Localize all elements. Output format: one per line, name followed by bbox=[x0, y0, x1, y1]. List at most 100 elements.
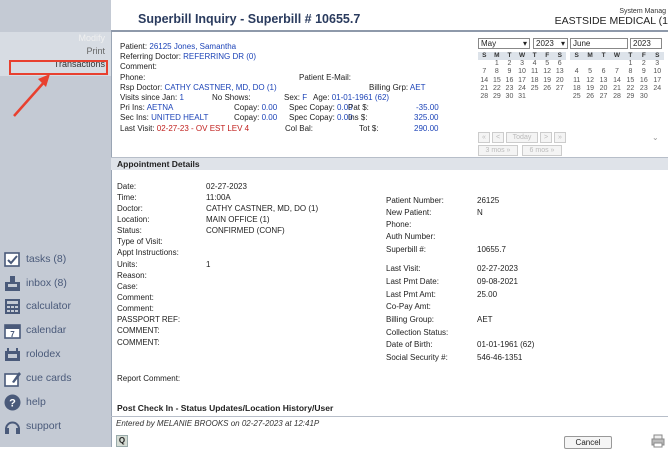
calendar-day[interactable]: 15 bbox=[491, 77, 504, 85]
calendar-day[interactable]: 12 bbox=[583, 77, 596, 85]
calendar-day[interactable]: 30 bbox=[637, 93, 650, 101]
patient-name-link[interactable]: 26125 Jones, Samantha bbox=[149, 42, 236, 51]
year1-select[interactable]: 2023 ▾ bbox=[533, 38, 568, 49]
calendar-day[interactable]: 17 bbox=[516, 77, 529, 85]
calendar-day bbox=[478, 60, 491, 68]
calendar-day[interactable]: 1 bbox=[624, 60, 637, 68]
detail-label: Social Security #: bbox=[386, 353, 448, 362]
calendar-day[interactable]: 15 bbox=[624, 77, 637, 85]
printer-icon[interactable] bbox=[651, 434, 665, 448]
calendar-day[interactable]: 26 bbox=[583, 93, 596, 101]
day-of-week: S bbox=[482, 52, 487, 59]
calendar-day[interactable]: 24 bbox=[651, 85, 664, 93]
calendar-day[interactable]: 3 bbox=[651, 60, 664, 68]
calendar-day[interactable]: 1 bbox=[491, 60, 504, 68]
calendar-day[interactable]: 22 bbox=[624, 85, 637, 93]
calendar-day[interactable]: 24 bbox=[516, 85, 529, 93]
calendar-day[interactable]: 18 bbox=[528, 77, 541, 85]
calendar-day[interactable]: 20 bbox=[553, 77, 566, 85]
calendar-day[interactable]: 16 bbox=[503, 77, 516, 85]
calendar-day[interactable]: 28 bbox=[610, 93, 623, 101]
detail-label: Status: bbox=[117, 226, 142, 235]
six-months-button[interactable]: 6 mos » bbox=[522, 145, 562, 156]
calendar-day[interactable]: 23 bbox=[503, 85, 516, 93]
detail-value: CATHY CASTNER, MD, DO (1) bbox=[206, 204, 319, 213]
rolodex-tool[interactable]: rolodex bbox=[3, 344, 60, 364]
calendar-day[interactable]: 20 bbox=[597, 85, 610, 93]
month2-select[interactable]: June bbox=[570, 38, 628, 49]
calendar-day[interactable]: 28 bbox=[478, 93, 491, 101]
calendar-day[interactable]: 25 bbox=[528, 85, 541, 93]
chevron-down-icon[interactable]: ⌄ bbox=[652, 133, 659, 142]
month1-select[interactable]: May ▾ bbox=[478, 38, 530, 49]
calendar-day[interactable]: 21 bbox=[610, 85, 623, 93]
referring-doctor-link[interactable]: REFERRING DR (0) bbox=[183, 52, 256, 61]
calendar-day[interactable]: 4 bbox=[528, 60, 541, 68]
calendar-day[interactable]: 5 bbox=[541, 60, 554, 68]
calendar-day[interactable]: 30 bbox=[503, 93, 516, 101]
calendar-tool[interactable]: 7 calendar bbox=[3, 320, 66, 340]
inbox-tool[interactable]: inbox (8) bbox=[3, 273, 67, 293]
cancel-button[interactable]: Cancel bbox=[564, 436, 612, 449]
calendar-day[interactable]: 26 bbox=[541, 85, 554, 93]
calendar-day[interactable]: 21 bbox=[478, 85, 491, 93]
last-button[interactable]: » bbox=[554, 132, 566, 143]
calendar-day[interactable]: 11 bbox=[528, 68, 541, 76]
calendar-day[interactable]: 10 bbox=[516, 68, 529, 76]
calendar-day[interactable]: 19 bbox=[583, 85, 596, 93]
calendar-day[interactable]: 8 bbox=[624, 68, 637, 76]
calendar-day[interactable]: 2 bbox=[637, 60, 650, 68]
calendar-day[interactable]: 29 bbox=[491, 93, 504, 101]
calendar-day[interactable]: 14 bbox=[610, 77, 623, 85]
help-tool[interactable]: ? help bbox=[3, 392, 46, 412]
calendar-day[interactable]: 14 bbox=[478, 77, 491, 85]
calendar-day[interactable]: 19 bbox=[541, 77, 554, 85]
calendar-day[interactable]: 4 bbox=[570, 68, 583, 76]
calendar-day[interactable]: 9 bbox=[637, 68, 650, 76]
calendar-day[interactable]: 27 bbox=[553, 85, 566, 93]
calendar-day[interactable]: 23 bbox=[637, 85, 650, 93]
calendar-day[interactable]: 6 bbox=[597, 68, 610, 76]
print-link[interactable]: Print bbox=[86, 46, 105, 56]
three-months-button[interactable]: 3 mos » bbox=[478, 145, 518, 156]
year2-select[interactable]: 2023 bbox=[630, 38, 662, 49]
calendar-day[interactable]: 7 bbox=[478, 68, 491, 76]
calendar-day[interactable]: 12 bbox=[541, 68, 554, 76]
sec-ins-link[interactable]: UNITED HEALT bbox=[151, 113, 208, 122]
calendar-day[interactable]: 3 bbox=[516, 60, 529, 68]
today-button[interactable]: Today bbox=[506, 132, 538, 143]
calendar-day[interactable]: 11 bbox=[570, 77, 583, 85]
modify-link[interactable]: Modify bbox=[78, 33, 105, 43]
calendar-day[interactable]: 13 bbox=[597, 77, 610, 85]
calendar-day[interactable]: 5 bbox=[583, 68, 596, 76]
calendar2-grid[interactable]: 1 2 3 4 5 6 7 8 9 10 11 12 13 14 15 16 17 18 19 20 21 22 23 24 2… bbox=[570, 60, 664, 101]
calendar-day[interactable]: 18 bbox=[570, 85, 583, 93]
calendar-day[interactable]: 27 bbox=[597, 93, 610, 101]
first-button[interactable]: « bbox=[478, 132, 490, 143]
calendar-day[interactable]: 16 bbox=[637, 77, 650, 85]
calendar-day[interactable]: 10 bbox=[651, 68, 664, 76]
calendar-day[interactable]: 31 bbox=[516, 93, 529, 101]
calculator-tool[interactable]: calculator bbox=[3, 296, 71, 316]
next-button[interactable]: > bbox=[540, 132, 552, 143]
rsp-doctor-link[interactable]: CATHY CASTNER, MD, DO (1) bbox=[164, 83, 276, 92]
calendar-day bbox=[610, 60, 623, 68]
calendar-day[interactable]: 17 bbox=[651, 77, 664, 85]
calendar-day[interactable]: 29 bbox=[624, 93, 637, 101]
calendar-day[interactable]: 22 bbox=[491, 85, 504, 93]
cue-cards-tool[interactable]: cue cards bbox=[3, 368, 72, 388]
calendar1-grid[interactable]: 1 2 3 4 5 6 7 8 9 10 11 12 13 14 15 16 17 18 19 20 21 22 23 24 2… bbox=[478, 60, 566, 101]
last-visit-link[interactable]: 02-27-23 - OV EST LEV 4 bbox=[157, 124, 249, 133]
calendar-day[interactable]: 9 bbox=[503, 68, 516, 76]
calendar-day[interactable]: 7 bbox=[610, 68, 623, 76]
calendar-day[interactable]: 2 bbox=[503, 60, 516, 68]
tasks-tool[interactable]: tasks (8) bbox=[3, 249, 66, 269]
q-button[interactable]: Q bbox=[116, 435, 128, 447]
calendar-day[interactable]: 6 bbox=[553, 60, 566, 68]
calendar-day[interactable]: 8 bbox=[491, 68, 504, 76]
calendar-day[interactable]: 25 bbox=[570, 93, 583, 101]
pri-ins-link[interactable]: AETNA bbox=[147, 103, 174, 112]
support-tool[interactable]: support bbox=[3, 416, 61, 436]
calendar-day[interactable]: 13 bbox=[553, 68, 566, 76]
prev-button[interactable]: < bbox=[492, 132, 504, 143]
